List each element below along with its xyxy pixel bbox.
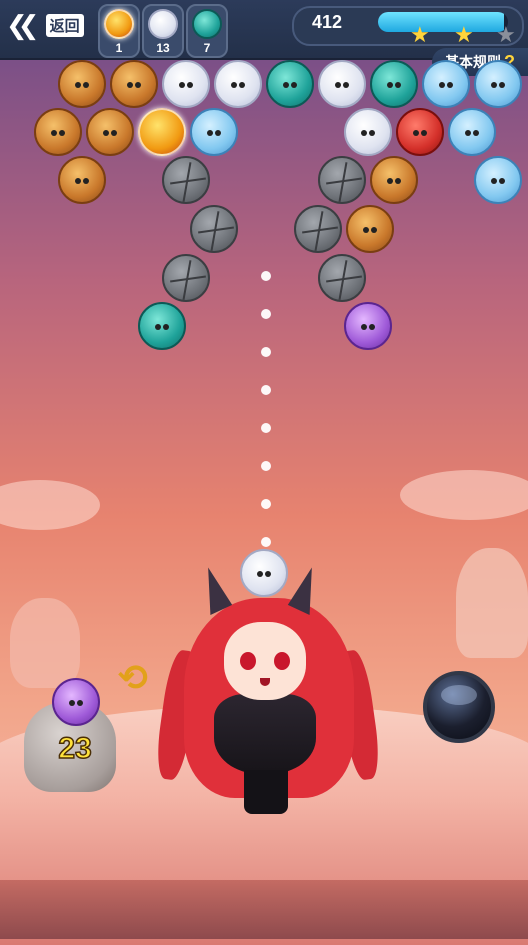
aim-dot <box>261 347 271 357</box>
unicorn-bubble <box>214 60 262 108</box>
character-dress <box>214 694 316 774</box>
score-value: 412 <box>312 12 343 32</box>
hedgehog-bubble <box>110 60 158 108</box>
target-gold-swirl: 1 <box>98 4 140 58</box>
aim-dot <box>261 461 271 471</box>
double-chevron-left-icon: ❮❮ <box>6 10 39 40</box>
hedgehog-bubble <box>34 108 82 156</box>
current-bubble[interactable] <box>240 549 288 597</box>
stone-bubble <box>318 254 366 302</box>
unicorn-blue-bubble <box>422 60 470 108</box>
target-count: 7 <box>203 41 211 55</box>
dragon-bubble <box>266 60 314 108</box>
character-legs <box>244 770 288 814</box>
cloud-decoration <box>400 470 528 520</box>
hedgehog-bubble <box>346 205 394 253</box>
dragon-bubble <box>138 302 186 350</box>
target-count: 1 <box>115 41 123 55</box>
bubbles-left-count: 23 <box>58 731 93 766</box>
score-progress-bar <box>378 12 508 32</box>
unicorn-bubble <box>344 108 392 156</box>
hedgehog-bubble <box>86 108 134 156</box>
aim-dot <box>261 385 271 395</box>
star-empty-icon: ★ <box>496 22 516 47</box>
target-count: 13 <box>156 41 170 55</box>
unicorn-blue-bubble <box>474 156 522 204</box>
horn-left <box>191 564 233 616</box>
hedgehog-bubble <box>370 156 418 204</box>
unicorn-blue-bubble <box>448 108 496 156</box>
gold-swirl-bubble-icon <box>104 9 134 39</box>
unicorn-bubble <box>318 60 366 108</box>
bunny-decoration <box>456 548 528 658</box>
gold-swirl-bubble <box>138 108 186 156</box>
horn-right <box>287 564 329 616</box>
stone-bubble <box>318 156 366 204</box>
red-monster-bubble <box>396 108 444 156</box>
teal-dragon-bubble-icon <box>192 9 222 39</box>
purple-monster-bubble <box>344 302 392 350</box>
back-button[interactable]: ❮❮ 返回 <box>6 8 84 42</box>
character-face <box>224 622 306 700</box>
stone-bubble <box>190 205 238 253</box>
bomb-bubble-icon[interactable] <box>423 671 495 743</box>
aim-dot <box>261 309 271 319</box>
hedgehog-bubble <box>58 60 106 108</box>
swap-arrows-icon[interactable]: ⟲ <box>112 657 154 699</box>
stone-bubble <box>162 156 210 204</box>
aim-dot <box>261 499 271 509</box>
ground-foreground <box>0 880 528 939</box>
cloud-decoration <box>0 480 100 530</box>
aim-dot <box>261 271 271 281</box>
score-progress-fill <box>378 12 505 32</box>
white-unicorn-bubble-icon <box>148 9 178 39</box>
unicorn-blue-bubble <box>474 60 522 108</box>
star-icon: ★ <box>454 22 474 47</box>
unicorn-bubble <box>162 60 210 108</box>
aim-dot <box>261 537 271 547</box>
unicorn-blue-bubble <box>190 108 238 156</box>
back-label: 返回 <box>45 13 84 37</box>
next-bubble[interactable] <box>52 678 100 726</box>
star-icon: ★ <box>410 22 430 47</box>
stone-bubble <box>162 254 210 302</box>
target-white-unicorn: 13 <box>142 4 184 58</box>
aim-dot <box>261 423 271 433</box>
bunny-decoration <box>10 598 80 688</box>
stone-bubble <box>294 205 342 253</box>
target-teal-dragon: 7 <box>186 4 228 58</box>
hedgehog-bubble <box>58 156 106 204</box>
dragon-bubble <box>370 60 418 108</box>
